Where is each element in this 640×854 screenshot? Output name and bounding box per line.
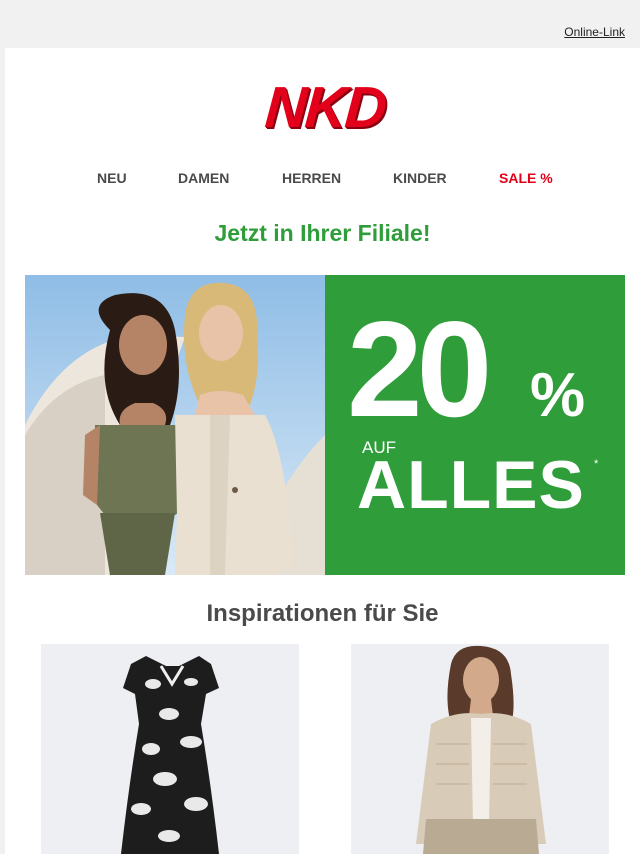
hero-photo-two-women (25, 275, 325, 575)
promo-percent-sign: % (530, 361, 586, 430)
nav-item-kinder[interactable]: KINDER (393, 170, 447, 186)
email-content: NKD NEU DAMEN HERREN KINDER SALE % Jetzt… (5, 48, 640, 854)
promo-alles-text: ALLES (357, 447, 585, 523)
main-nav: NEU DAMEN HERREN KINDER SALE % (5, 166, 640, 190)
nkd-logo[interactable]: NKD (242, 75, 408, 140)
promo-number: 20 (347, 293, 492, 445)
hero-banner[interactable]: 20 % AUF ALLES * (25, 275, 625, 575)
store-headline: Jetzt in Ihrer Filiale! (214, 220, 431, 246)
product-floral-dress[interactable] (41, 644, 299, 854)
top-bar: Online-Link (0, 0, 640, 48)
logo-text: NKD (262, 75, 388, 140)
nav-item-herren[interactable]: HERREN (282, 170, 341, 186)
inspirations-title: Inspirationen für Sie (206, 600, 439, 627)
promo-asterisk: * (594, 458, 599, 470)
product-knit-cardigan[interactable] (351, 644, 609, 854)
promo-20-percent: 20 % AUF ALLES * (325, 275, 625, 575)
nav-item-damen[interactable]: DAMEN (178, 170, 229, 186)
nav-item-neu[interactable]: NEU (97, 170, 127, 186)
nav-item-sale[interactable]: SALE % (499, 170, 553, 186)
online-link[interactable]: Online-Link (564, 25, 625, 39)
